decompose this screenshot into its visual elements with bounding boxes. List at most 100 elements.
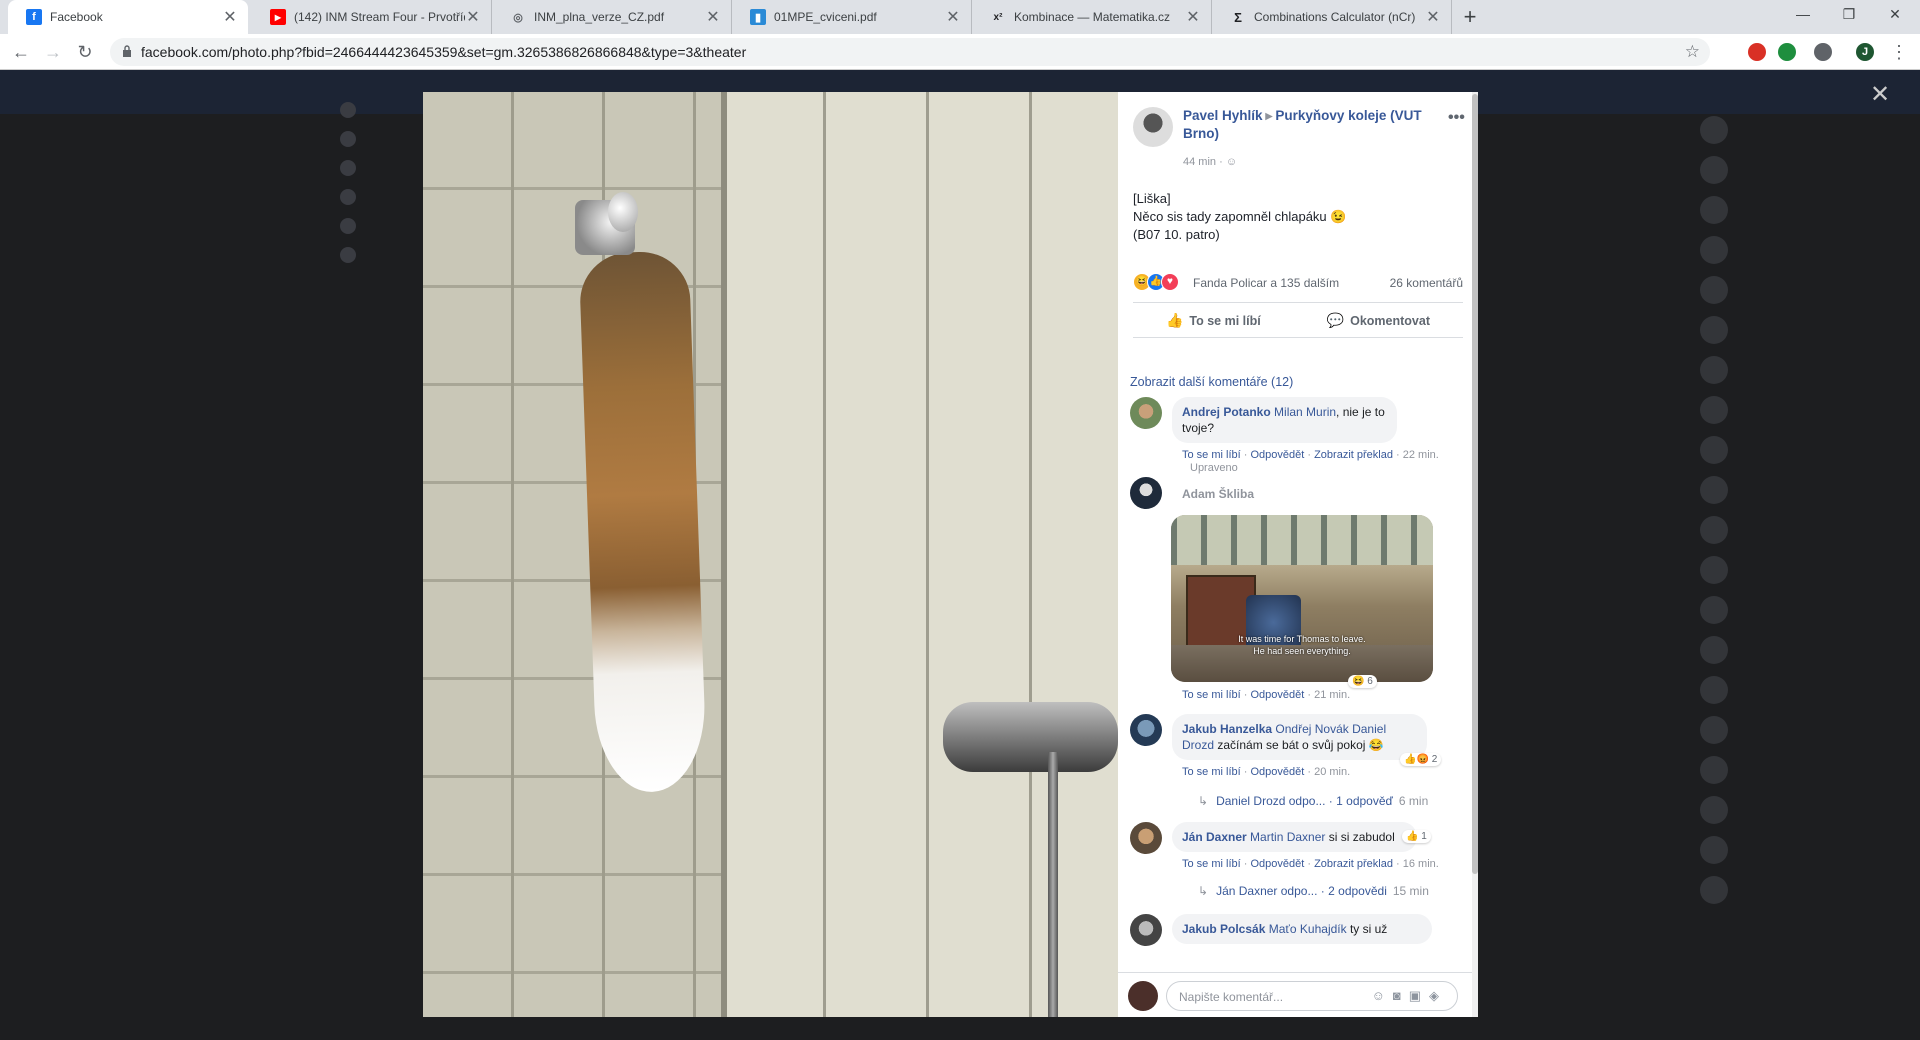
comment-reply-link[interactable]: Odpovědět [1250,858,1304,870]
extension-gear-icon[interactable] [1814,43,1832,61]
post-photo[interactable] [423,92,1118,1017]
close-tab-icon[interactable]: ✕ [222,7,238,27]
comment-input[interactable]: Napište komentář... ☺◙▣◈ [1166,981,1458,1011]
commenter-avatar[interactable] [1130,477,1162,509]
comment-reply-link[interactable]: Odpovědět [1250,766,1304,778]
edited-label: Upraveno [1190,462,1238,474]
commenter-avatar[interactable] [1130,914,1162,946]
comment-bubble: Jakub Hanzelka Ondřej Novák Daniel Drozd… [1172,714,1427,760]
gif-icon[interactable]: ▣ [1409,988,1429,1003]
post-time[interactable]: 44 min · ☺ [1183,156,1237,168]
commenter-name[interactable]: Jakub Polcsák [1182,922,1265,936]
emoji-icon[interactable]: ☺ [1372,988,1393,1003]
commenter-avatar[interactable] [1130,397,1162,429]
tab-mpe-pdf[interactable]: ▮ 01MPE_cviceni.pdf ✕ [732,0,972,34]
omnibox[interactable]: facebook.com/photo.php?fbid=246644442364… [110,38,1710,66]
facebook-page: ✕ Pavel Hyhlík ▸ Purkyňovy koleje (VUT Brn… [0,70,1920,1040]
back-icon[interactable]: ← [8,39,34,65]
forward-icon[interactable]: → [40,39,66,65]
comment-like-link[interactable]: To se mi líbí [1182,858,1241,870]
reaction-summary[interactable]: 😆 👍 ♥ Fanda Policar a 135 dalším 26 koment… [1133,273,1463,295]
tab-title: 01MPE_cviceni.pdf [774,10,877,24]
like-reaction-icon: 👍 [1406,831,1419,842]
comment-like-link[interactable]: To se mi líbí [1182,689,1241,701]
comment-like-link[interactable]: To se mi líbí [1182,449,1241,461]
comment-time[interactable]: 21 min. [1314,689,1350,701]
translate-link[interactable]: Zobrazit překlad [1314,858,1393,870]
tab-inm-pdf[interactable]: ◎ INM_plna_verze_CZ.pdf ✕ [492,0,732,34]
close-viewer-button[interactable]: ✕ [1870,80,1890,109]
post-header: Pavel Hyhlík ▸ Purkyňovy koleje (VUT Brno) [1183,107,1443,143]
tagged-user[interactable]: Maťo Kuhajdík [1269,922,1347,936]
comment-placeholder: Napište komentář... [1179,990,1284,1004]
url-text[interactable]: facebook.com/photo.php?fbid=246644442364… [141,44,746,60]
comment-reply-link[interactable]: Odpovědět [1250,689,1304,701]
comment-reaction-badge[interactable]: 👍😡 2 [1400,753,1442,766]
comment-icon: 💬 [1326,311,1345,328]
user-avatar [1128,981,1158,1011]
reply-arrow-icon: ↳ [1198,884,1209,898]
maximize-button[interactable]: ❐ [1826,0,1872,30]
tagged-user[interactable]: Martin Daxner [1250,830,1325,844]
commenter-name[interactable]: Adam Škliba [1182,487,1254,501]
extension-adblock-icon[interactable] [1748,43,1766,61]
more-options-icon[interactable]: ••• [1448,109,1465,127]
view-replies-link[interactable]: ↳ Ján Daxner odpo... · 2 odpovědi 15 min [1198,884,1429,898]
post-text-line: Něco sis tady zapomněl chlapáku 😉 [1133,209,1347,224]
shower-image [943,702,1118,772]
camera-icon[interactable]: ◙ [1393,988,1409,1003]
globe-icon: ☺ [1225,156,1238,168]
tab-youtube[interactable]: ▶ (142) INM Stream Four - Prvotříd ✕ [252,0,492,34]
comment-time[interactable]: 20 min. [1314,766,1350,778]
commenter-avatar[interactable] [1130,714,1162,746]
commenter-name[interactable]: Jakub Hanzelka [1182,722,1272,736]
translate-link[interactable]: Zobrazit překlad [1314,449,1393,461]
composer-icons: ☺◙▣◈ [1372,988,1447,1004]
minimize-button[interactable]: — [1780,0,1826,30]
comment-reaction-badge[interactable]: 👍 1 [1402,830,1431,843]
show-more-comments-link[interactable]: Zobrazit další komentáře (12) [1130,375,1293,389]
view-replies-link[interactable]: ↳ Daniel Drozd odpo... · 1 odpověď 6 min [1198,794,1428,808]
tab-kombinace[interactable]: x² Kombinace — Matematika.cz ✕ [972,0,1212,34]
close-window-button[interactable]: ✕ [1872,0,1918,30]
profile-avatar[interactable]: J [1856,43,1874,61]
close-tab-icon[interactable]: ✕ [705,7,721,27]
comment-time[interactable]: 16 min. [1403,858,1439,870]
reload-icon[interactable]: ↻ [72,39,98,65]
close-tab-icon[interactable]: ✕ [945,7,961,27]
close-tab-icon[interactable]: ✕ [1425,7,1441,27]
comment-composer: Napište komentář... ☺◙▣◈ [1118,972,1472,1017]
menu-icon[interactable]: ⋮ [1886,39,1912,65]
author-link[interactable]: Pavel Hyhlík [1183,108,1263,123]
comment-button[interactable]: 💬 Okomentovat [1327,312,1430,329]
comment-text: ty si už [1346,922,1388,936]
comment-reply-link[interactable]: Odpovědět [1250,449,1304,461]
tab-title: (142) INM Stream Four - Prvotříd [294,10,465,24]
extension-shield-icon[interactable] [1778,43,1796,61]
new-tab-button[interactable]: + [1456,4,1484,32]
meme-reaction-badge[interactable]: 😆 6 [1348,675,1377,688]
comment-bubble: Jakub Polcsák Maťo Kuhajdík ty si už [1172,914,1432,944]
post-text-line: [Liška] [1133,191,1171,206]
commenter-name[interactable]: Ján Daxner [1182,830,1247,844]
like-button[interactable]: 👍 To se mi líbí [1166,312,1261,329]
close-tab-icon[interactable]: ✕ [1185,7,1201,27]
poster-avatar[interactable] [1133,107,1173,147]
commenter-name[interactable]: Andrej Potanko [1182,405,1271,419]
tagged-user[interactable]: Milan Murin [1274,405,1336,419]
tab-facebook[interactable]: f Facebook ✕ [8,0,248,34]
reactors-text[interactable]: Fanda Policar a 135 dalším [1193,276,1339,290]
sticker-icon[interactable]: ◈ [1429,988,1447,1003]
fox-tail-image [578,250,708,794]
tab-combinations[interactable]: Σ Combinations Calculator (nCr) ✕ [1212,0,1452,34]
bookmark-star-icon[interactable]: ☆ [1685,42,1700,62]
scrollbar[interactable] [1472,92,1478,1017]
comment-time[interactable]: 22 min. [1403,449,1439,461]
close-tab-icon[interactable]: ✕ [465,7,481,27]
commenter-avatar[interactable] [1130,822,1162,854]
comments-count[interactable]: 26 komentářů [1390,276,1463,290]
haha-reaction-icon: 😆 [1352,676,1365,687]
meme-image[interactable]: It was time for Thomas to leave. He had … [1171,515,1433,682]
comment-bubble: Ján Daxner Martin Daxner si si zabudol [1172,822,1417,852]
comment-like-link[interactable]: To se mi líbí [1182,766,1241,778]
